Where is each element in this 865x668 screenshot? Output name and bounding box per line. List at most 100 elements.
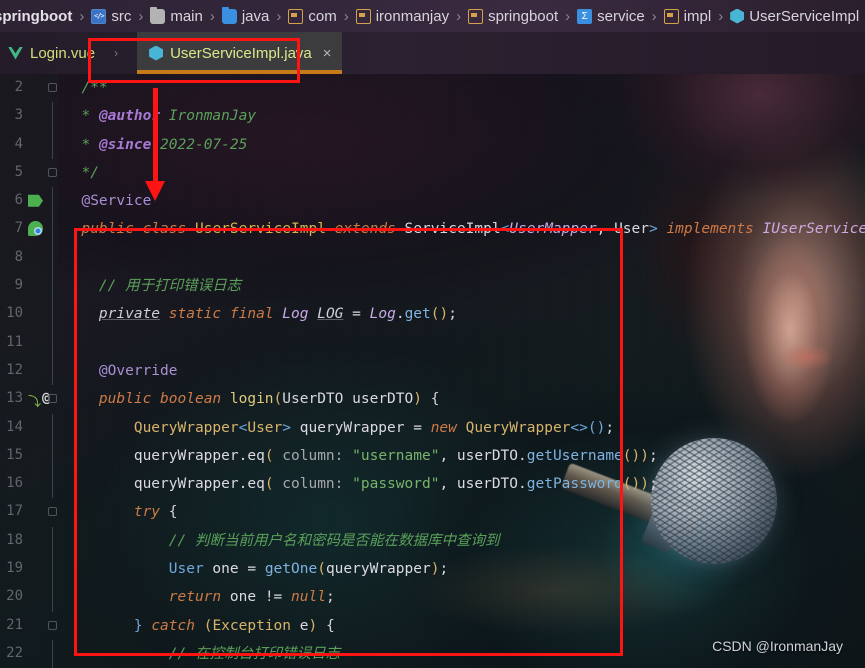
code-line[interactable]: @Override bbox=[58, 357, 865, 385]
code-token: one bbox=[212, 561, 239, 578]
gutter-line[interactable]: 19 bbox=[0, 555, 58, 584]
gutter-line[interactable]: 18 bbox=[0, 526, 58, 556]
breadcrumb-item-service[interactable]: service bbox=[577, 8, 645, 25]
editor-tab-login-vue[interactable]: Login.vue bbox=[0, 32, 107, 74]
breadcrumb-item-main[interactable]: main bbox=[150, 6, 203, 25]
code-line[interactable]: public boolean login(UserDTO userDTO) { bbox=[58, 385, 865, 413]
code-line[interactable]: * @since 2022-07-25 bbox=[58, 131, 865, 159]
line-number: 3 bbox=[14, 107, 23, 124]
code-token: boolean bbox=[160, 391, 222, 408]
gutter-line[interactable]: 21 bbox=[0, 612, 58, 640]
code-fold-toggle-icon[interactable] bbox=[48, 167, 57, 177]
bean-gutter-icon[interactable] bbox=[28, 221, 43, 237]
gutter-line[interactable]: 12 bbox=[0, 356, 58, 386]
code-line[interactable]: queryWrapper. eq( column: "username", use… bbox=[58, 442, 865, 470]
code-token: * bbox=[81, 136, 99, 153]
breadcrumb-item-springboot[interactable]: springboot bbox=[0, 8, 72, 25]
breadcrumb-separator: › bbox=[718, 7, 724, 25]
code-line[interactable] bbox=[58, 329, 865, 357]
gutter-line[interactable]: 6 bbox=[0, 187, 58, 216]
code-token: ; bbox=[325, 589, 335, 606]
code-token: User bbox=[614, 221, 649, 238]
code-line[interactable]: } catch (Exception e) { bbox=[58, 612, 865, 640]
line-number: 22 bbox=[6, 644, 23, 661]
gutter-line[interactable]: 4 bbox=[0, 130, 58, 159]
code-fold-toggle-icon[interactable] bbox=[48, 507, 57, 517]
code-line[interactable] bbox=[58, 244, 865, 272]
gutter-line[interactable]: 2 bbox=[0, 74, 58, 102]
breadcrumb-item-ironmanjay[interactable]: ironmanjay bbox=[355, 8, 449, 25]
code-fold-toggle-icon[interactable] bbox=[48, 83, 57, 92]
code-token: private bbox=[98, 306, 161, 323]
gutter-line[interactable]: 7 bbox=[0, 215, 58, 244]
code-line[interactable]: @Service bbox=[58, 187, 865, 215]
code-line[interactable]: * @author IronmanJay bbox=[58, 102, 865, 130]
tab-overflow-chevron-icon[interactable]: › bbox=[114, 46, 118, 60]
code-token: UserMapper bbox=[509, 221, 597, 238]
breadcrumb-item-impl[interactable]: impl bbox=[663, 8, 711, 25]
line-number-gutter[interactable]: 2345678910111213⤵@1415161718192021222324… bbox=[0, 74, 58, 668]
code-token: // 用于打印错误日志 bbox=[98, 278, 242, 295]
code-token: { bbox=[317, 617, 335, 634]
code-token: ( bbox=[264, 476, 283, 493]
code-line[interactable]: queryWrapper. eq( column: "password", use… bbox=[58, 470, 865, 498]
code-token: , bbox=[439, 447, 457, 464]
code-token: // 在控制台打印错误日志 bbox=[168, 645, 340, 662]
line-number: 6 bbox=[14, 192, 23, 209]
code-token: getUsername bbox=[526, 447, 623, 464]
line-number: 4 bbox=[14, 135, 23, 152]
line-number: 7 bbox=[14, 220, 23, 237]
breadcrumb-item-com[interactable]: com bbox=[288, 8, 337, 25]
gutter-line[interactable]: 10 bbox=[0, 300, 58, 329]
source-root-icon bbox=[91, 8, 107, 24]
code-line[interactable]: // 用于打印错误日志 bbox=[58, 272, 865, 300]
gutter-line[interactable]: 3 bbox=[0, 102, 58, 131]
editor-tab-userserviceimpl-java[interactable]: UserServiceImpl.java × bbox=[137, 32, 343, 74]
code-line[interactable]: public class UserServiceImpl extends Ser… bbox=[58, 215, 865, 243]
code-line[interactable]: User one = getOne(queryWrapper); bbox=[58, 555, 865, 583]
run-gutter-icon[interactable] bbox=[28, 194, 43, 207]
code-token: ; bbox=[648, 476, 658, 493]
close-icon[interactable]: × bbox=[323, 45, 332, 62]
implementing-method-icon[interactable]: ⤵ bbox=[28, 391, 43, 410]
breadcrumb-item-src[interactable]: src bbox=[91, 8, 131, 25]
code-line[interactable]: QueryWrapper<User> queryWrapper = new Qu… bbox=[58, 414, 865, 442]
gutter-line[interactable]: 5 bbox=[0, 159, 58, 187]
gutter-line[interactable]: 9 bbox=[0, 272, 58, 301]
gutter-line[interactable]: 17 bbox=[0, 498, 58, 526]
gutter-line[interactable]: 8 bbox=[0, 243, 58, 273]
gutter-line[interactable]: 15 bbox=[0, 441, 58, 471]
breadcrumb-item-java[interactable]: java bbox=[221, 6, 269, 25]
gutter-line[interactable]: 20 bbox=[0, 583, 58, 612]
fold-guide-line bbox=[52, 413, 53, 442]
line-number: 11 bbox=[6, 333, 23, 350]
code-token: QueryWrapper bbox=[133, 419, 239, 436]
line-number: 17 bbox=[6, 503, 23, 520]
code-content[interactable]: /** * @author IronmanJay * @since 2022-0… bbox=[58, 74, 865, 668]
breadcrumb-item-springboot[interactable]: springboot bbox=[468, 8, 558, 25]
gutter-line[interactable]: 11 bbox=[0, 328, 58, 357]
fold-guide-line bbox=[52, 215, 53, 244]
code-fold-toggle-icon[interactable] bbox=[48, 620, 57, 630]
gutter-line[interactable]: 16 bbox=[0, 470, 58, 499]
code-line[interactable]: /** bbox=[58, 74, 865, 102]
gutter-line[interactable]: 14 bbox=[0, 413, 58, 442]
code-token: static bbox=[168, 306, 222, 323]
breadcrumb-item-userserviceimpl[interactable]: UserServiceImpl bbox=[730, 8, 859, 25]
breadcrumb-separator: › bbox=[651, 7, 657, 25]
fold-guide-line bbox=[52, 130, 53, 159]
gutter-line[interactable]: 13 ⤵ @ bbox=[0, 385, 58, 413]
fold-guide-line bbox=[52, 102, 53, 131]
code-line[interactable]: // 判断当前用户名和密码是否能在数据库中查询到 bbox=[58, 527, 865, 555]
arrow-head bbox=[145, 181, 165, 201]
code-line[interactable]: return one != null; bbox=[58, 583, 865, 611]
code-fold-toggle-icon[interactable] bbox=[48, 394, 57, 404]
gutter-line[interactable]: 22 bbox=[0, 639, 58, 668]
code-editor[interactable]: 2345678910111213⤵@1415161718192021222324… bbox=[0, 74, 865, 668]
code-line[interactable]: */ bbox=[58, 159, 865, 187]
code-line[interactable]: try { bbox=[58, 498, 865, 526]
code-line[interactable]: private static final Log LOG = Log.get()… bbox=[58, 300, 865, 328]
